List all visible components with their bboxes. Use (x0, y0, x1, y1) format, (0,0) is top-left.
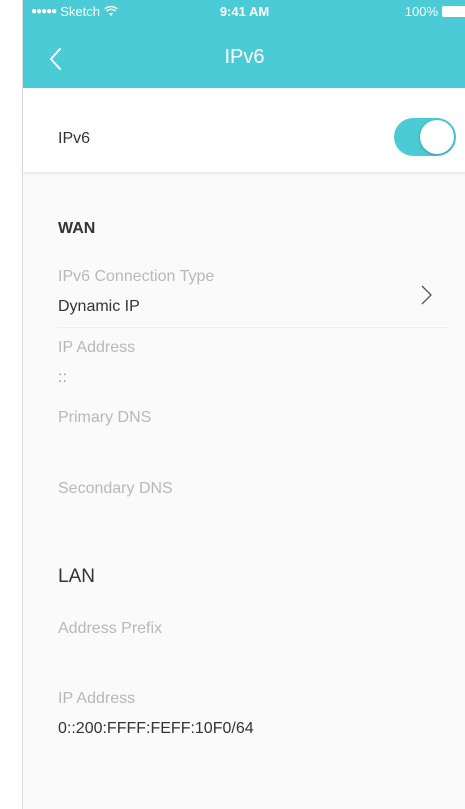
status-bar-right: 100% (405, 4, 465, 19)
ipv6-label: IPv6 (58, 130, 91, 147)
wan-ip-address-row: IP Address :: (58, 339, 448, 387)
lan-ip-address-value: 0::200:FFFF:FEFF:10F0/64 (58, 720, 254, 737)
page-title: IPv6 (224, 46, 265, 68)
primary-dns-label: Primary DNS (58, 409, 152, 426)
chevron-right-icon (421, 285, 432, 305)
ipv6-toggle[interactable] (394, 118, 456, 156)
app-header: ●●●●● Sketch 9:41 AM 100% IPv6 (23, 0, 465, 88)
secondary-dns-label: Secondary DNS (58, 480, 173, 497)
battery-percent: 100% (404, 4, 438, 19)
wan-ip-address-value: :: (58, 369, 67, 386)
status-bar: ●●●●● Sketch 9:41 AM 100% (23, 0, 465, 22)
toggle-knob (420, 120, 454, 154)
secondary-dns-row: Secondary DNS (58, 480, 448, 510)
ipv6-toggle-row: IPv6 (23, 88, 465, 172)
status-time: 9:41 AM (219, 4, 270, 19)
lan-ip-address-label: IP Address (58, 690, 136, 707)
address-prefix-row: Address Prefix (58, 620, 448, 650)
lan-section-title: LAN (58, 566, 95, 587)
lan-ip-address-row: IP Address 0::200:FFFF:FEFF:10F0/64 (58, 690, 448, 738)
connection-type-value: Dynamic IP (58, 298, 140, 315)
battery-icon (442, 6, 465, 17)
wan-section-title: WAN (58, 220, 96, 237)
address-prefix-label: Address Prefix (58, 620, 163, 637)
wan-ip-address-label: IP Address (58, 339, 136, 356)
primary-dns-row: Primary DNS (58, 409, 448, 439)
phone-screen: ●●●●● Sketch 9:41 AM 100% IPv6 IPv6 WAN … (22, 0, 465, 809)
connection-type-row[interactable]: IPv6 Connection Type Dynamic IP (58, 268, 448, 328)
settings-content: WAN IPv6 Connection Type Dynamic IP IP A… (23, 172, 465, 809)
connection-type-label: IPv6 Connection Type (58, 268, 215, 285)
